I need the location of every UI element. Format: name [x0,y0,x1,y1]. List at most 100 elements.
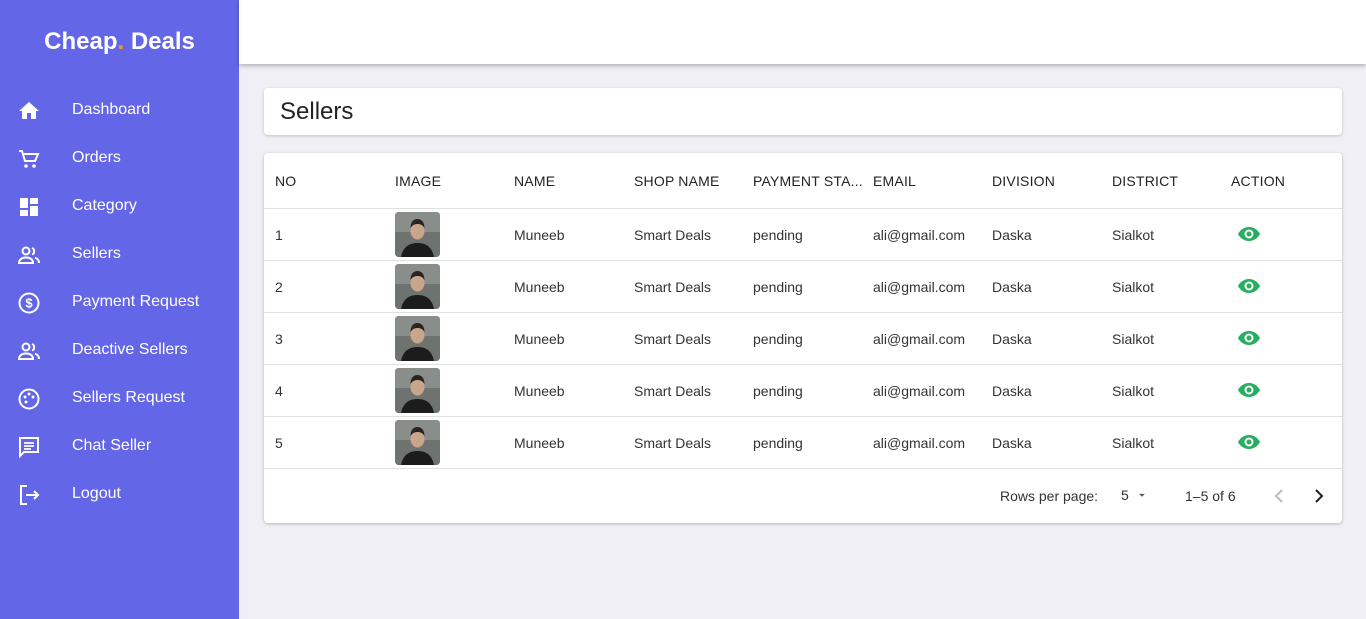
sidebar-item-category[interactable]: Category [0,183,239,231]
column-header-action[interactable]: ACTION [1231,173,1331,189]
dollar-circle-icon: $ [18,292,40,314]
chevron-down-icon [1139,493,1145,497]
cell-shop-name: Smart Deals [634,435,712,451]
page-title: Sellers [280,98,354,125]
cell-district: Sialkot [1112,383,1155,399]
cell-name: Muneeb [514,383,565,399]
seller-avatar [395,264,440,309]
svg-text:$: $ [25,296,33,311]
cell-payment-status: pending [753,331,803,347]
view-seller-eye-icon[interactable] [1237,274,1261,298]
cell-email: ali@gmail.com [873,227,966,243]
sidebar-item-label: Sellers [72,245,121,262]
cell-district: Sialkot [1112,279,1155,295]
column-header-image[interactable]: IMAGE [395,173,495,189]
sidebar-item-sellers[interactable]: Sellers [0,231,239,279]
cell-division: Daska [992,435,1032,451]
next-page-button[interactable] [1307,484,1331,508]
brand-logo[interactable]: Cheap. Deals [0,28,239,56]
cell-no: 1 [275,227,283,243]
cell-payment-status: pending [753,383,803,399]
cell-no: 2 [275,279,283,295]
cell-no: 3 [275,331,283,347]
cell-name: Muneeb [514,279,565,295]
table-pagination: Rows per page: 5 1–5 of 6 [264,469,1342,523]
sidebar-item-sellers-request[interactable]: Sellers Request [0,375,239,423]
people-icon [17,342,40,360]
cell-shop-name: Smart Deals [634,331,712,347]
seller-avatar [395,212,440,257]
column-header-division[interactable]: DIVISION [992,173,1092,189]
top-app-bar [239,0,1366,64]
column-header-email[interactable]: EMAIL [873,173,973,189]
sidebar-item-payment-request[interactable]: $ Payment Request [0,279,239,327]
table-row[interactable]: 3 Muneeb Smart Deals pending ali@gmail.com Da… [264,313,1342,365]
sidebar-item-deactive-sellers[interactable]: Deactive Sellers [0,327,239,375]
people-icon [17,246,40,264]
table-row[interactable]: 5 Muneeb Smart Deals pending ali@gmail.com Da… [264,417,1342,469]
column-header-shop-name[interactable]: SHOP NAME [634,173,744,189]
cell-district: Sialkot [1112,435,1155,451]
cell-division: Daska [992,279,1032,295]
sidebar-item-logout[interactable]: Logout [0,471,239,519]
cell-division: Daska [992,383,1032,399]
pagination-range: 1–5 of 6 [1185,488,1236,504]
cell-email: ali@gmail.com [873,331,966,347]
palette-icon [18,388,40,410]
cell-payment-status: pending [753,227,803,243]
cell-shop-name: Smart Deals [634,279,712,295]
sidebar-nav: Dashboard Orders Category Sellers $ Paym… [0,87,239,519]
view-seller-eye-icon[interactable] [1237,378,1261,402]
brand-text-2: Deals [124,28,195,55]
cell-name: Muneeb [514,227,565,243]
page-title-card: Sellers [264,88,1342,135]
cell-payment-status: pending [753,279,803,295]
home-icon [19,102,39,119]
table-row[interactable]: 4 Muneeb Smart Deals pending ali@gmail.com Da… [264,365,1342,417]
cell-payment-status: pending [753,435,803,451]
sidebar-item-label: Logout [72,485,121,502]
column-header-district[interactable]: DISTRICT [1112,173,1212,189]
rows-per-page-value: 5 [1121,487,1129,503]
column-header-name[interactable]: NAME [514,173,614,189]
view-seller-eye-icon[interactable] [1237,326,1261,350]
sidebar-item-chat-seller[interactable]: Chat Seller [0,423,239,471]
sidebar-item-label: Chat Seller [72,437,152,454]
logout-icon [20,485,40,505]
seller-avatar [395,316,440,361]
brand-text: Cheap [44,28,118,55]
view-seller-eye-icon[interactable] [1237,430,1261,454]
seller-avatar [395,420,440,465]
cell-email: ali@gmail.com [873,435,966,451]
previous-page-button[interactable] [1267,484,1291,508]
sidebar-item-orders[interactable]: Orders [0,135,239,183]
cell-no: 4 [275,383,283,399]
cell-district: Sialkot [1112,227,1155,243]
dashboard-grid-icon [20,198,38,216]
cell-email: ali@gmail.com [873,279,966,295]
sidebar-item-label: Payment Request [72,293,200,310]
cell-email: ali@gmail.com [873,383,966,399]
cell-no: 5 [275,435,283,451]
cell-name: Muneeb [514,331,565,347]
sidebar-item-label: Orders [72,149,121,166]
table-row[interactable]: 2 Muneeb Smart Deals pending ali@gmail.com Da… [264,261,1342,313]
sidebar-item-label: Dashboard [72,101,151,118]
seller-avatar [395,368,440,413]
sidebar-item-dashboard[interactable]: Dashboard [0,87,239,135]
rows-per-page-select[interactable]: 5 [1121,484,1155,508]
cell-division: Daska [992,331,1032,347]
cell-shop-name: Smart Deals [634,227,712,243]
chat-icon [19,437,39,459]
table-row[interactable]: 1 Muneeb Smart Deals pending ali@gmail.com Da… [264,209,1342,261]
column-header-no[interactable]: NO [275,173,375,189]
rows-per-page-label: Rows per page: [1000,488,1099,504]
sidebar: Cheap. Deals Dashboard Orders Category S… [0,0,239,619]
cart-icon [19,150,40,168]
cell-shop-name: Smart Deals [634,383,712,399]
view-seller-eye-icon[interactable] [1237,222,1261,246]
cell-name: Muneeb [514,435,565,451]
sidebar-item-label: Category [72,197,137,214]
column-header-payment-status[interactable]: PAYMENT STA... [753,173,863,189]
table-header: NO IMAGE NAME SHOP NAME PAYMENT STA... E… [264,153,1342,209]
